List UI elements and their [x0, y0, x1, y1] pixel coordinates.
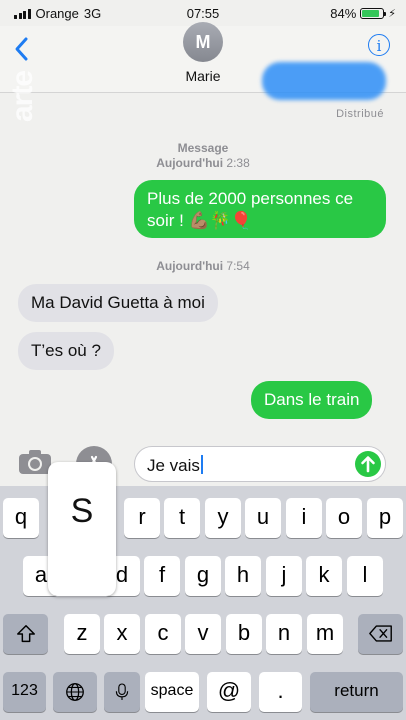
microphone-key[interactable]	[104, 672, 140, 712]
battery-info: 84% ⚡	[330, 6, 396, 21]
chevron-left-icon[interactable]	[12, 34, 32, 64]
period-key[interactable]: .	[259, 672, 302, 712]
received-message-bubble[interactable]: Ma David Guetta à moi	[18, 284, 218, 322]
key-p[interactable]: p	[367, 498, 403, 538]
key-i[interactable]: i	[286, 498, 322, 538]
info-icon[interactable]: i	[368, 34, 390, 56]
camera-icon[interactable]	[18, 449, 52, 475]
timestamp-time: 2:38	[226, 156, 250, 170]
sent-message-bubble[interactable]: Plus de 2000 personnes ce soir ! 💪🏽🎋🎈	[134, 180, 386, 238]
battery-icon	[360, 8, 387, 19]
arte-watermark: arte	[6, 70, 39, 122]
charging-bolt-icon: ⚡	[388, 8, 396, 20]
key-z[interactable]: z	[64, 614, 100, 654]
key-j[interactable]: j	[266, 556, 302, 596]
timestamp: Message Aujourd'hui 2:38	[0, 141, 406, 171]
battery-percent: 84%	[330, 6, 357, 21]
key-l[interactable]: l	[347, 556, 383, 596]
key-v[interactable]: v	[185, 614, 221, 654]
timestamp-label: Message	[177, 141, 229, 155]
key-u[interactable]: u	[245, 498, 281, 538]
key-g[interactable]: g	[185, 556, 221, 596]
backspace-icon	[368, 625, 392, 642]
key-h[interactable]: h	[225, 556, 261, 596]
key-y[interactable]: y	[205, 498, 241, 538]
delivered-status: Distribué	[336, 108, 384, 120]
timestamp-day: Aujourd'hui	[156, 259, 224, 273]
shift-icon	[16, 625, 35, 643]
send-arrow-icon[interactable]	[355, 451, 381, 477]
key-x[interactable]: x	[104, 614, 140, 654]
avatar[interactable]: M	[183, 22, 223, 62]
key-t[interactable]: t	[164, 498, 200, 538]
key-n[interactable]: n	[266, 614, 302, 654]
previous-sent-bubble	[262, 62, 386, 100]
key-q[interactable]: q	[3, 498, 39, 538]
microphone-icon	[115, 683, 129, 700]
sent-message-bubble[interactable]: Dans le train	[251, 381, 373, 419]
popup-letter: S	[70, 492, 94, 530]
key-o[interactable]: o	[326, 498, 362, 538]
key-c[interactable]: c	[145, 614, 181, 654]
message-input-text: Je vais	[147, 456, 200, 475]
at-key[interactable]: @	[207, 672, 251, 712]
timestamp: Aujourd'hui 7:54	[0, 259, 406, 274]
key-m[interactable]: m	[307, 614, 343, 654]
space-key[interactable]: space	[145, 672, 199, 712]
key-f[interactable]: f	[144, 556, 180, 596]
timestamp-day: Aujourd'hui	[156, 156, 224, 170]
message-input[interactable]: Je vais	[134, 446, 386, 482]
key-press-popup: S	[48, 462, 116, 596]
text-cursor	[200, 455, 203, 474]
key-b[interactable]: b	[226, 614, 262, 654]
numbers-key[interactable]: 123	[3, 672, 46, 712]
key-r[interactable]: r	[124, 498, 160, 538]
globe-icon	[66, 683, 84, 701]
key-k[interactable]: k	[306, 556, 342, 596]
backspace-key[interactable]	[358, 614, 403, 654]
timestamp-time: 7:54	[226, 259, 250, 273]
return-key[interactable]: return	[310, 672, 403, 712]
shift-key[interactable]	[3, 614, 48, 654]
received-message-bubble[interactable]: T’es où ?	[18, 332, 114, 370]
globe-key[interactable]	[53, 672, 97, 712]
